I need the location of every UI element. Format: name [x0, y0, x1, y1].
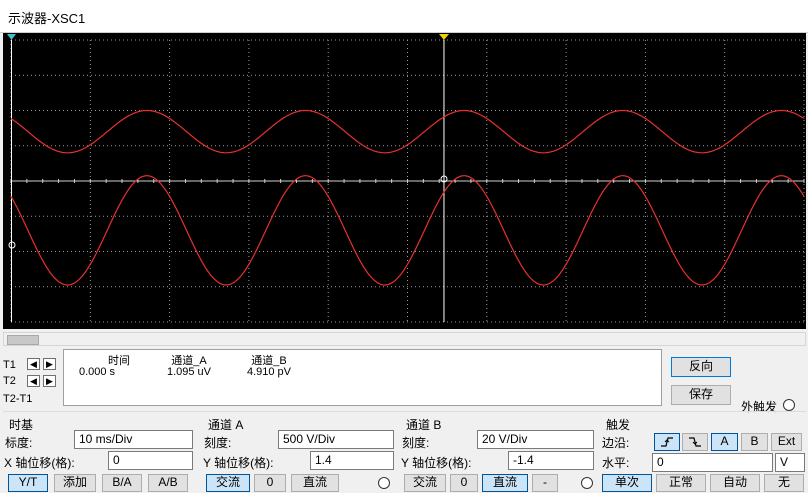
channel-a-ypos-label: Y 轴位移(格): [203, 456, 274, 470]
timebase-title: 时基 [9, 418, 34, 432]
t2-left-arrow-icon[interactable]: ◀ [27, 375, 40, 387]
trigger-edge-label: 边沿: [602, 436, 630, 450]
trigger-source-a-button[interactable]: A [711, 433, 738, 451]
t1-right-arrow-icon[interactable]: ▶ [43, 358, 56, 370]
t1-left-arrow-icon[interactable]: ◀ [27, 358, 40, 370]
channel-a-title: 通道 A [208, 418, 244, 432]
value-channel-b: 4.910 pV [246, 366, 292, 378]
x-position-field[interactable]: 0 [108, 451, 193, 470]
channel-a-dc-button[interactable]: 直流 [291, 474, 339, 492]
channel-a-ac-button[interactable]: 交流 [206, 474, 250, 492]
value-channel-a: 1.095 uV [166, 366, 212, 378]
falling-edge-icon [689, 437, 701, 447]
falling-edge-button[interactable] [682, 433, 708, 451]
channel-a-radio[interactable] [378, 477, 390, 489]
window-title: 示波器-XSC1 [8, 11, 86, 26]
mode-add-button[interactable]: 添加 [54, 474, 96, 492]
mode-ba-button[interactable]: B/A [102, 474, 142, 492]
channel-a-zero-button[interactable]: 0 [254, 474, 286, 492]
channel-b-scale-label: 刻度: [402, 436, 430, 450]
mode-ab-button[interactable]: A/B [148, 474, 188, 492]
cursor-t1-label: T1 [3, 359, 16, 371]
channel-b-dc-button[interactable]: 直流 [482, 474, 528, 492]
timebase-scale-label: 标度: [5, 436, 33, 450]
ext-trigger-label: 外触发 [741, 400, 778, 414]
reverse-button[interactable]: 反向 [671, 357, 731, 377]
channel-b-title: 通道 B [406, 418, 442, 432]
channel-b-minus-button[interactable]: - [532, 474, 558, 492]
channel-b-ac-button[interactable]: 交流 [404, 474, 446, 492]
trigger-title: 触发 [606, 418, 631, 432]
trigger-none-button[interactable]: 无 [764, 474, 804, 492]
x-position-label: X 轴位移(格): [4, 456, 75, 470]
channel-a-scale-field[interactable]: 500 V/Div [278, 430, 394, 449]
channel-b-ypos-label: Y 轴位移(格): [401, 456, 472, 470]
trigger-level-field[interactable]: 0 [652, 453, 773, 472]
cursor-t2-label: T2 [3, 375, 16, 387]
trigger-source-b-button[interactable]: B [741, 433, 768, 451]
horizontal-scrollbar[interactable] [3, 332, 806, 346]
trigger-source-ext-button[interactable]: Ext [771, 433, 802, 451]
value-time: 0.000 s [78, 366, 116, 378]
scrollbar-thumb[interactable] [7, 335, 39, 345]
timebase-scale-field[interactable]: 10 ms/Div [74, 430, 193, 449]
trigger-normal-button[interactable]: 正常 [656, 474, 706, 492]
scope-screen[interactable] [3, 33, 806, 329]
rising-edge-button[interactable] [654, 433, 680, 451]
trigger-single-button[interactable]: 单次 [602, 474, 652, 492]
channel-b-ypos-field[interactable]: -1.4 [508, 451, 594, 470]
t2-right-arrow-icon[interactable]: ▶ [43, 375, 56, 387]
rising-edge-icon [661, 437, 673, 447]
trigger-auto-button[interactable]: 自动 [710, 474, 760, 492]
channel-b-radio[interactable] [581, 477, 593, 489]
trigger-level-unit[interactable]: V [775, 453, 805, 472]
mode-yt-button[interactable]: Y/T [8, 474, 48, 492]
cursor-readout: 时间 通道_A 通道_B 0.000 s 1.095 uV 4.910 pV [63, 349, 662, 406]
save-button[interactable]: 保存 [671, 385, 731, 405]
waveform-plot [3, 33, 806, 329]
channel-b-zero-button[interactable]: 0 [450, 474, 478, 492]
channel-a-scale-label: 刻度: [204, 436, 232, 450]
divider [3, 411, 806, 412]
cursor-delta-label: T2-T1 [3, 393, 33, 405]
channel-a-ypos-field[interactable]: 1.4 [310, 451, 394, 470]
trigger-level-label: 水平: [602, 456, 630, 470]
title-bar: 示波器-XSC1 [0, 0, 808, 33]
channel-b-scale-field[interactable]: 20 V/Div [477, 430, 594, 449]
ext-trigger-radio[interactable] [783, 399, 795, 411]
